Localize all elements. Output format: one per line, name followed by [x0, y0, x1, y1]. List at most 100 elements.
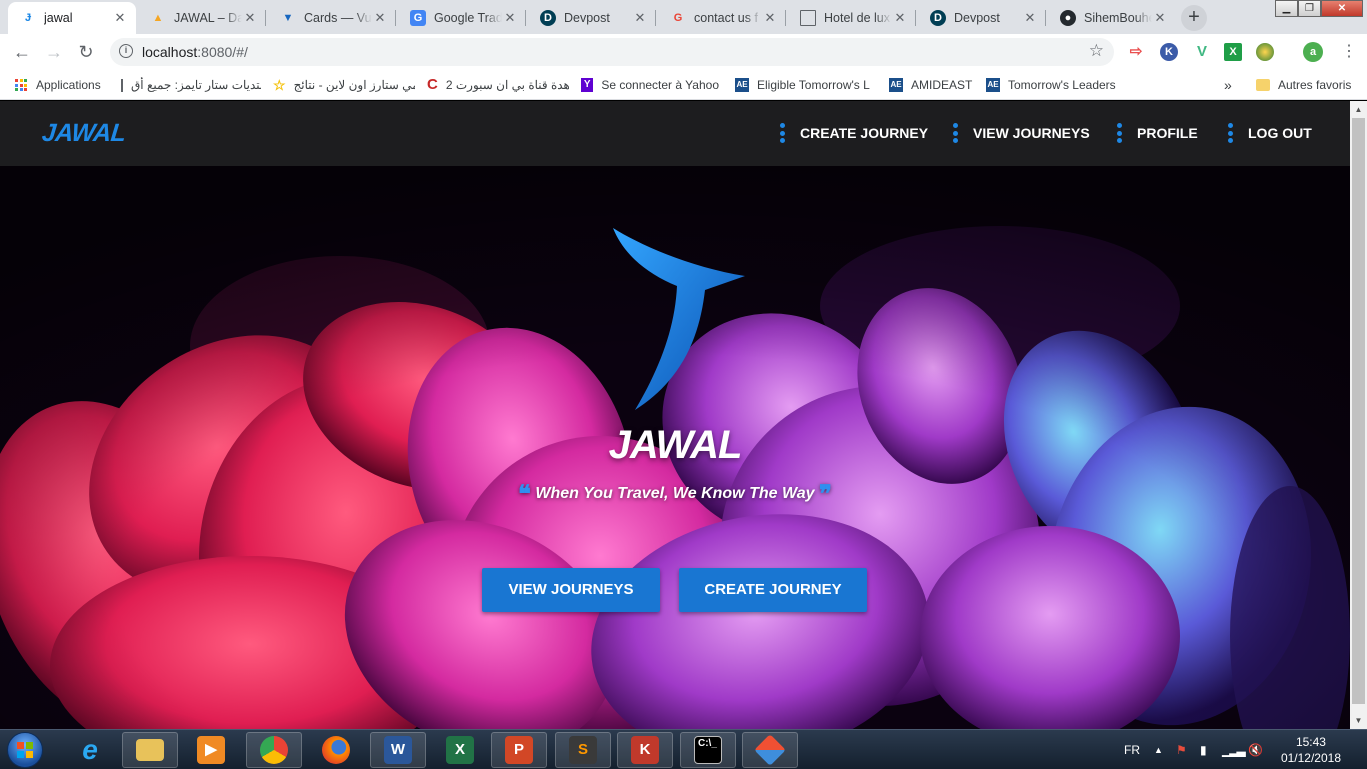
- scroll-up-icon[interactable]: ▲: [1350, 101, 1367, 118]
- taskbar-excel[interactable]: X: [432, 732, 488, 768]
- taskbar-chrome[interactable]: [246, 732, 302, 768]
- vue-devtools-icon[interactable]: V: [1193, 43, 1211, 61]
- bookmark-amideast[interactable]: AE AMIDEAST: [889, 77, 972, 93]
- dots-vertical-icon: [953, 123, 958, 143]
- bookmark-bein-sport[interactable]: C مشاهدة قناة بي ان سبورت 2: [427, 77, 569, 93]
- close-window-button[interactable]: ✕: [1321, 0, 1363, 17]
- media-player-icon: ▶: [197, 736, 225, 764]
- bookmark-star-icon[interactable]: ☆: [1089, 41, 1104, 61]
- back-button[interactable]: ←: [10, 40, 34, 64]
- new-tab-button[interactable]: +: [1181, 5, 1207, 31]
- clock-date: 01/12/2018: [1280, 751, 1341, 765]
- maximize-button[interactable]: ❐: [1298, 0, 1321, 17]
- chrome-menu-icon[interactable]: ⋮: [1337, 40, 1361, 64]
- cast-extension-icon[interactable]: ⇨: [1127, 43, 1145, 61]
- windows-taskbar: e ▶ W X P S K C:\_ FR ▲ ⚑ ▮ ▁▂▃ 🔇 15:43 …: [0, 729, 1367, 769]
- vuetify-favicon: ▼: [282, 12, 294, 24]
- tab-github[interactable]: ● SihemBouhe ✕: [1048, 2, 1176, 34]
- tab-jawal[interactable]: Ɉ jawal ✕: [8, 2, 136, 34]
- brand-logo[interactable]: JAWAL: [40, 119, 128, 148]
- page-scrollbar[interactable]: ▲ ▼: [1350, 101, 1367, 729]
- scroll-thumb[interactable]: [1352, 118, 1365, 704]
- taskbar-kaspersky[interactable]: K: [617, 732, 673, 768]
- command-prompt-icon: C:\_: [694, 736, 722, 764]
- tab-title: Hotel de lux: [824, 11, 891, 25]
- taskbar-firefox[interactable]: [308, 732, 364, 768]
- language-indicator[interactable]: FR: [1124, 730, 1140, 769]
- page-icon: [121, 78, 123, 92]
- bookmark-startimes[interactable]: منتديات ستار تايمز: جميع أق: [121, 77, 261, 93]
- nav-log-out[interactable]: LOG OUT: [1228, 123, 1312, 143]
- windows-logo-icon: [17, 742, 33, 758]
- close-icon[interactable]: ✕: [372, 10, 388, 26]
- excel-extension-icon[interactable]: X: [1224, 43, 1242, 61]
- taskbar-powerpoint[interactable]: P: [491, 732, 547, 768]
- amideast-icon: AE: [735, 78, 749, 92]
- taskbar-file-explorer[interactable]: [122, 732, 178, 768]
- tab-google[interactable]: G contact us f ✕: [658, 2, 786, 34]
- tab-title: Devpost: [564, 11, 610, 25]
- taskbar-git[interactable]: [742, 732, 798, 768]
- tab-vuetify[interactable]: ▼ Cards — Vu ✕: [268, 2, 396, 34]
- action-center-icon[interactable]: ⚑: [1176, 730, 1187, 769]
- excel-icon: X: [446, 736, 474, 764]
- browser-tabstrip: Ɉ jawal ✕ ▲ JAWAL – Da ✕ ▼ Cards — Vu ✕ …: [0, 0, 1367, 34]
- close-icon[interactable]: ✕: [112, 10, 128, 26]
- close-icon[interactable]: ✕: [502, 10, 518, 26]
- tab-firebase[interactable]: ▲ JAWAL – Da ✕: [138, 2, 266, 34]
- view-journeys-button[interactable]: VIEW JOURNEYS: [482, 568, 660, 612]
- start-button[interactable]: [7, 732, 43, 768]
- tab-title: Google Trad: [434, 11, 502, 25]
- bookmark-applications[interactable]: Applications: [15, 77, 101, 93]
- minimize-button[interactable]: ▁: [1275, 0, 1298, 17]
- bookmark-animestars[interactable]: ☆ انمي ستارز اون لاين - نتائج: [273, 77, 415, 93]
- k-extension-icon[interactable]: K: [1160, 43, 1178, 61]
- nav-create-journey[interactable]: CREATE JOURNEY: [780, 123, 928, 143]
- star-icon: ☆: [273, 77, 286, 93]
- volume-icon[interactable]: 🔇: [1248, 730, 1263, 769]
- bookmark-eligible-tomorrows-leaders[interactable]: AE Eligible Tomorrow's L: [735, 77, 870, 93]
- firebase-favicon: ▲: [152, 12, 164, 24]
- globe-extension-icon[interactable]: [1256, 43, 1274, 61]
- github-favicon: ●: [1060, 10, 1076, 26]
- quote-open-icon: ❝: [518, 481, 531, 508]
- tab-google-translate[interactable]: G Google Trad ✕: [398, 2, 526, 34]
- nav-view-journeys[interactable]: VIEW JOURNEYS: [953, 123, 1090, 143]
- close-icon[interactable]: ✕: [1022, 10, 1038, 26]
- chrome-icon: [260, 736, 288, 764]
- nav-profile[interactable]: PROFILE: [1117, 123, 1198, 143]
- reload-button[interactable]: ↻: [74, 40, 98, 64]
- bookmarks-bar: Applications منتديات ستار تايمز: جميع أق…: [0, 70, 1367, 100]
- bookmark-tomorrows-leaders[interactable]: AE Tomorrow's Leaders: [986, 77, 1116, 93]
- amideast-icon: AE: [986, 78, 1000, 92]
- taskbar-sublime-text[interactable]: S: [555, 732, 611, 768]
- taskbar-media-player[interactable]: ▶: [183, 732, 239, 768]
- dots-vertical-icon: [780, 123, 785, 143]
- battery-icon[interactable]: ▮: [1200, 730, 1207, 769]
- close-icon[interactable]: ✕: [1152, 10, 1168, 26]
- taskbar-command-prompt[interactable]: C:\_: [680, 732, 736, 768]
- forward-button[interactable]: →: [42, 40, 66, 64]
- system-clock[interactable]: 15:43 01/12/2018: [1281, 734, 1341, 766]
- close-icon[interactable]: ✕: [762, 10, 778, 26]
- taskbar-word[interactable]: W: [370, 732, 426, 768]
- close-icon[interactable]: ✕: [632, 10, 648, 26]
- apps-grid-icon: [15, 79, 27, 91]
- address-bar[interactable]: i localhost:8080/#/ ☆: [110, 38, 1114, 66]
- close-icon[interactable]: ✕: [892, 10, 908, 26]
- taskbar-internet-explorer[interactable]: e: [62, 732, 118, 768]
- create-journey-button[interactable]: CREATE JOURNEY: [679, 568, 867, 612]
- clock-time: 15:43: [1295, 735, 1326, 749]
- scroll-down-icon[interactable]: ▼: [1350, 712, 1367, 729]
- tab-devpost-2[interactable]: D Devpost ✕: [918, 2, 1046, 34]
- tab-hotel[interactable]: Hotel de lux ✕: [788, 2, 916, 34]
- bookmark-yahoo[interactable]: Y Se connecter à Yahoo: [581, 77, 719, 93]
- site-info-icon[interactable]: i: [119, 44, 133, 58]
- profile-avatar[interactable]: a: [1303, 42, 1323, 62]
- tab-devpost[interactable]: D Devpost ✕: [528, 2, 656, 34]
- close-icon[interactable]: ✕: [242, 10, 258, 26]
- other-bookmarks-folder[interactable]: Autres favoris: [1256, 77, 1351, 93]
- network-signal-icon[interactable]: ▁▂▃: [1222, 730, 1246, 769]
- bookmarks-overflow-button[interactable]: »: [1224, 77, 1232, 93]
- show-hidden-icons-icon[interactable]: ▲: [1154, 730, 1163, 769]
